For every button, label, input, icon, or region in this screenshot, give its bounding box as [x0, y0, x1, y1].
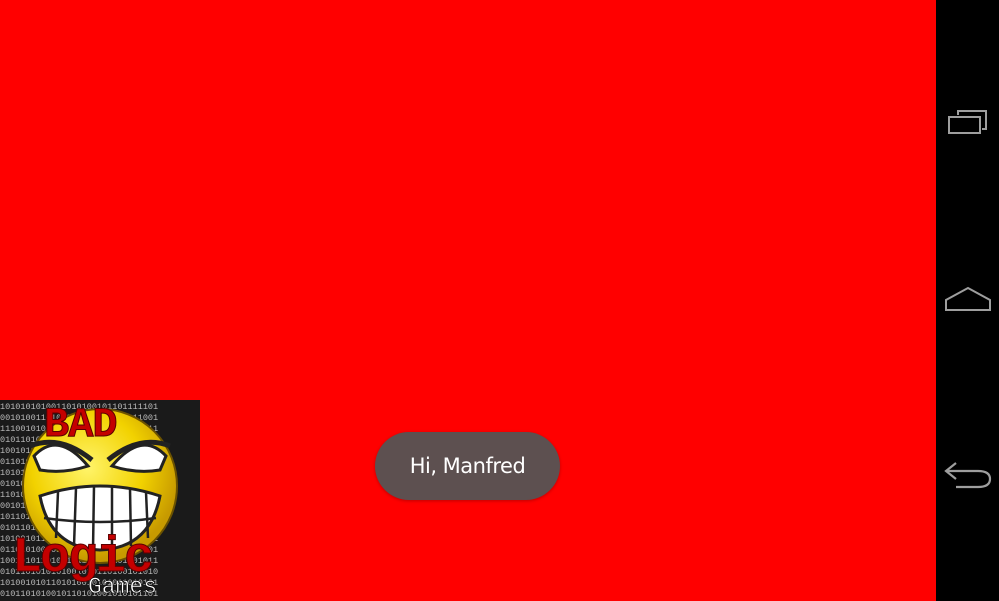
- home-icon: [944, 286, 991, 311]
- recent-apps-button[interactable]: [936, 83, 999, 163]
- toast-message: Hi, Manfred: [409, 454, 526, 478]
- toast-notification: Hi, Manfred: [375, 432, 560, 500]
- back-button[interactable]: [936, 435, 999, 515]
- system-navigation-bar: [936, 0, 999, 601]
- back-icon: [943, 462, 991, 489]
- recent-apps-icon: [947, 110, 987, 134]
- logo-word-bad: BAD: [44, 401, 119, 449]
- device-screen: 1010101010011010100101101111101 00101001…: [0, 0, 999, 601]
- logo-word-games: Games: [88, 574, 158, 600]
- home-button[interactable]: [936, 259, 999, 339]
